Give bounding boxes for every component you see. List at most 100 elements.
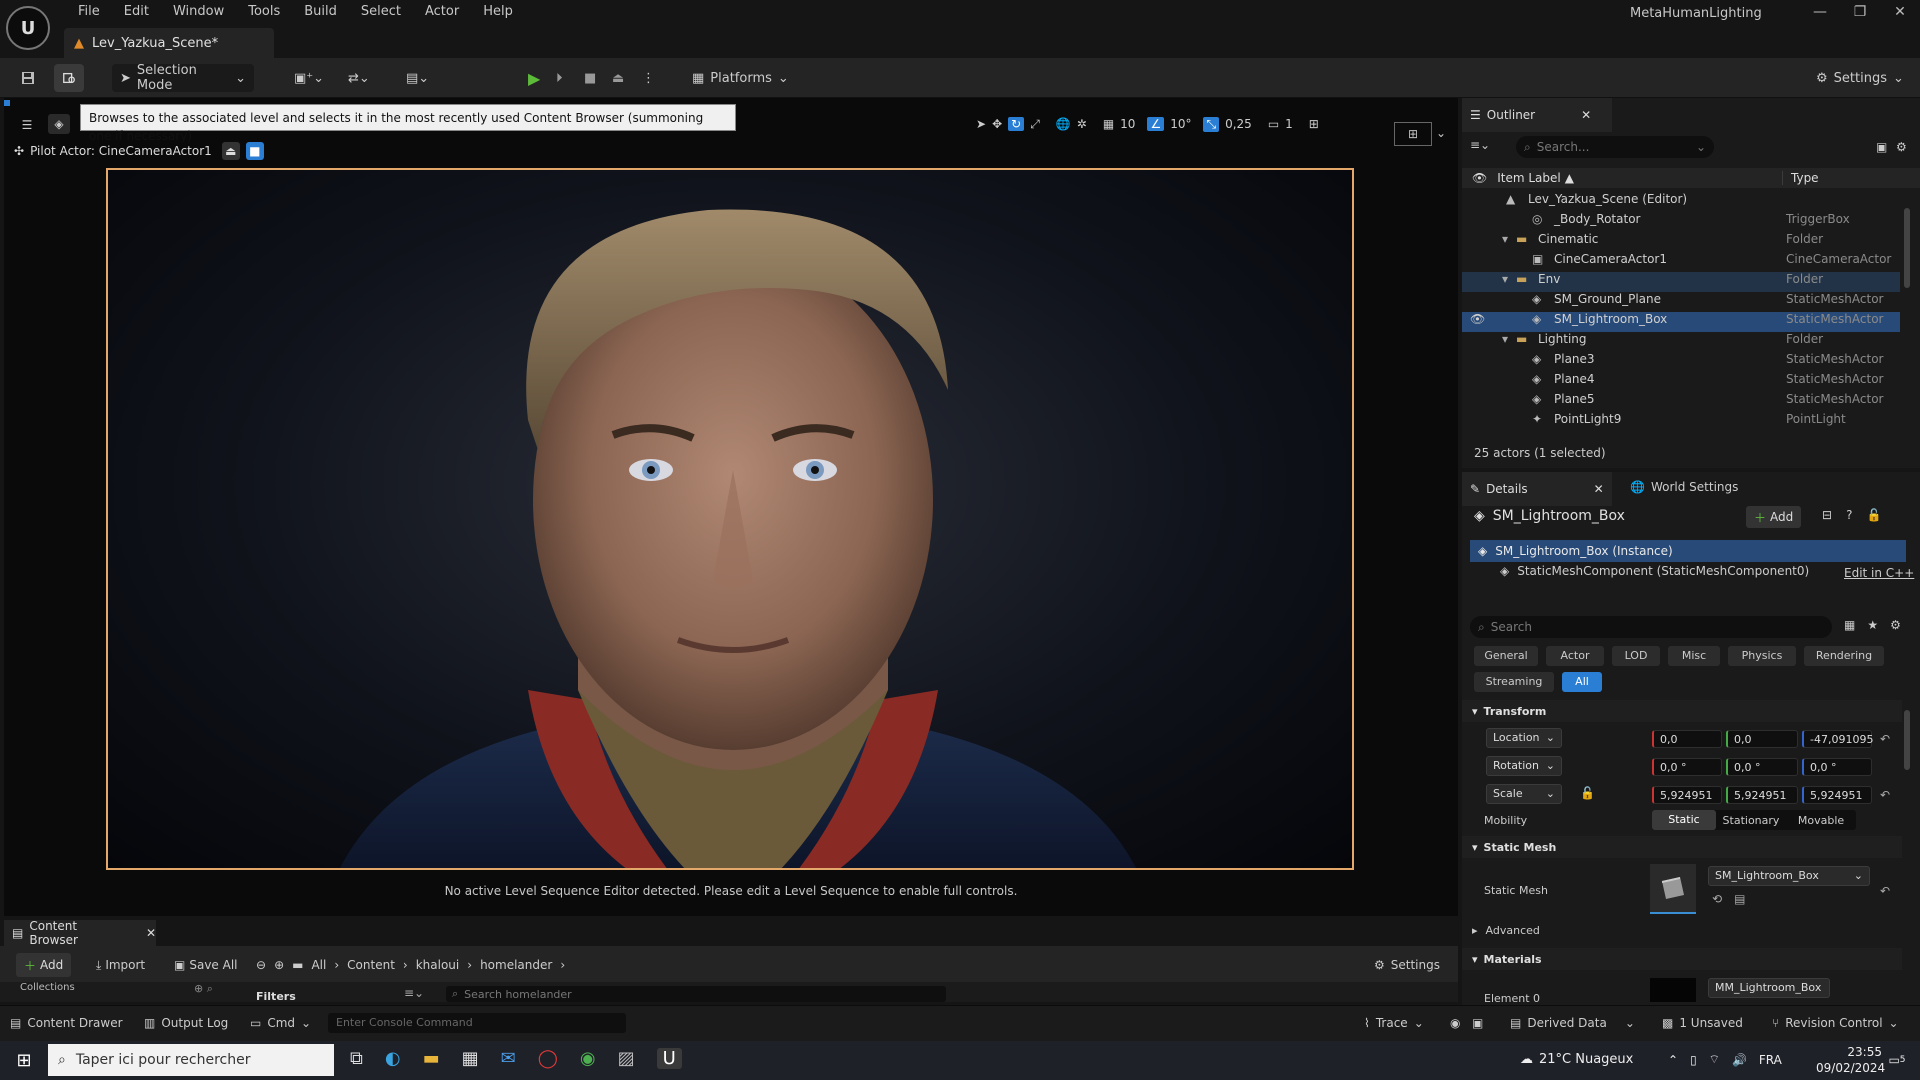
- filter-actor[interactable]: Actor: [1546, 646, 1604, 666]
- save-all-button[interactable]: ▣ Save All: [174, 953, 238, 977]
- cmd-dropdown[interactable]: ▭ Cmd ⌄: [250, 1016, 311, 1030]
- unreal-logo-icon[interactable]: U: [6, 6, 50, 50]
- chrome-icon[interactable]: ◉: [580, 1048, 596, 1069]
- menu-file[interactable]: File: [66, 4, 112, 20]
- reset-mesh-icon[interactable]: ↶: [1880, 884, 1890, 898]
- filter-lod[interactable]: LOD: [1612, 646, 1660, 666]
- breadcrumb-all[interactable]: All: [311, 958, 326, 972]
- restore-icon[interactable]: ❐: [1840, 4, 1880, 20]
- screenshot-icon[interactable]: ▣: [1472, 1016, 1483, 1030]
- grid-snap-value[interactable]: 10: [1120, 117, 1135, 131]
- outliner-row[interactable]: ◈ SM_Ground_Plane StaticMeshActor: [1462, 292, 1900, 312]
- scale-snap-icon[interactable]: ⤡: [1203, 116, 1220, 132]
- task-view-icon[interactable]: ⧉: [350, 1048, 363, 1069]
- filter-general[interactable]: General: [1474, 646, 1538, 666]
- perspective-icon[interactable]: ◈: [48, 114, 70, 134]
- back-icon[interactable]: ⊖: [256, 958, 266, 972]
- rotation-dropdown[interactable]: Rotation ⌄: [1486, 756, 1562, 776]
- advanced-section[interactable]: ▸ Advanced: [1472, 924, 1540, 937]
- selection-mode-dropdown[interactable]: ➤ Selection Mode ⌄: [112, 63, 254, 93]
- collections-add-icon[interactable]: ⊕ ⌕: [194, 982, 213, 996]
- details-search-input[interactable]: ⌕ Search: [1470, 616, 1832, 638]
- wifi-icon[interactable]: ⌔: [1709, 1052, 1720, 1067]
- visibility-icon[interactable]: 👁: [1470, 312, 1485, 326]
- star-icon[interactable]: ★: [1867, 618, 1878, 632]
- camera-speed-icon[interactable]: ▭: [1268, 117, 1279, 131]
- forward-icon[interactable]: ⊕: [274, 958, 284, 972]
- rotation-x[interactable]: 0,0 °: [1652, 758, 1722, 776]
- chevron-down-icon[interactable]: ▾: [1502, 232, 1508, 246]
- cinematics-icon[interactable]: ▤⌄: [398, 64, 437, 92]
- gear-icon[interactable]: ⚙: [1896, 140, 1907, 154]
- output-log-button[interactable]: ▥ Output Log: [144, 1016, 228, 1030]
- more-options-icon[interactable]: ⋮: [634, 64, 663, 92]
- rotation-z[interactable]: 0,0 °: [1802, 758, 1872, 776]
- filter-rendering[interactable]: Rendering: [1804, 646, 1884, 666]
- help-icon[interactable]: ?: [1846, 508, 1852, 522]
- breadcrumb-khaloui[interactable]: khaloui: [416, 958, 460, 972]
- outliner-row[interactable]: ▾ ▬ Env Folder: [1462, 272, 1900, 292]
- outliner-row[interactable]: ◈ Plane5 StaticMeshActor: [1462, 392, 1900, 412]
- revision-control-dropdown[interactable]: ⑂ Revision Control ⌄: [1772, 1016, 1899, 1030]
- content-search-input[interactable]: ⌕ Search homelander: [446, 986, 946, 1002]
- location-dropdown[interactable]: Location ⌄: [1486, 728, 1562, 748]
- details-scrollbar[interactable]: [1904, 710, 1910, 770]
- chevron-down-icon[interactable]: ▾: [1502, 332, 1508, 346]
- trace-dropdown[interactable]: ⌇ Trace ⌄: [1364, 1016, 1424, 1030]
- edit-cpp-link[interactable]: Edit in C++: [1844, 566, 1914, 580]
- world-local-icon[interactable]: 🌐: [1056, 117, 1071, 131]
- lock-icon[interactable]: 🔓: [1866, 508, 1881, 522]
- static-mesh-dropdown[interactable]: SM_Lightroom_Box ⌄: [1708, 866, 1870, 886]
- menu-actor[interactable]: Actor: [413, 4, 471, 20]
- mesh-thumbnail[interactable]: [1650, 864, 1696, 914]
- record-icon[interactable]: ◉: [1450, 1016, 1460, 1030]
- outliner-row[interactable]: ▣ CineCameraActor1 CineCameraActor: [1462, 252, 1900, 272]
- mobility-stationary[interactable]: Stationary: [1716, 814, 1786, 827]
- angle-snap-value[interactable]: 10°: [1170, 117, 1191, 131]
- grid-snap-icon[interactable]: ▦: [1103, 117, 1114, 131]
- rotate-tool-icon[interactable]: ↻: [1008, 117, 1025, 131]
- menu-help[interactable]: Help: [471, 4, 525, 20]
- minimize-icon[interactable]: —: [1800, 4, 1840, 20]
- translate-tool-icon[interactable]: ✥: [992, 117, 1002, 131]
- windows-start-icon[interactable]: ⊞: [10, 1048, 38, 1072]
- details-tab[interactable]: ✎ Details ✕: [1462, 472, 1612, 506]
- viewport-menu-icon[interactable]: ☰: [16, 116, 38, 134]
- actor-name[interactable]: SM_Lightroom_Box: [1493, 508, 1625, 524]
- filter-all[interactable]: All: [1562, 672, 1602, 692]
- location-z[interactable]: -47,091095: [1802, 730, 1873, 748]
- unsaved-button[interactable]: ▩ 1 Unsaved: [1662, 1016, 1743, 1030]
- weather-widget[interactable]: ☁ 21°C Nuageux: [1520, 1052, 1633, 1067]
- grid-view-icon[interactable]: ▦: [1844, 618, 1855, 632]
- outliner-row[interactable]: ▲ Lev_Yazkua_Scene (Editor): [1462, 192, 1900, 212]
- menu-tools[interactable]: Tools: [236, 4, 292, 20]
- material-dropdown[interactable]: MM_Lightroom_Box ⌄: [1708, 978, 1830, 1012]
- play-icon[interactable]: ▶: [520, 64, 548, 92]
- rotation-y[interactable]: 0,0 °: [1726, 758, 1798, 776]
- store-icon[interactable]: ▦: [462, 1048, 479, 1069]
- eject-icon[interactable]: ⏏: [604, 64, 632, 92]
- item-label-column[interactable]: Item Label: [1497, 171, 1561, 185]
- camera-speed-value[interactable]: 1: [1285, 117, 1293, 131]
- outliner-row[interactable]: ◈ Plane3 StaticMeshActor: [1462, 352, 1900, 372]
- blueprint-icon[interactable]: ⇄⌄: [340, 64, 378, 92]
- chevron-down-icon[interactable]: ▾: [1502, 272, 1508, 286]
- mobility-static[interactable]: Static: [1652, 810, 1716, 830]
- advance-frame-icon[interactable]: ⏵: [548, 64, 571, 92]
- reset-location-icon[interactable]: ↶: [1880, 732, 1890, 746]
- scale-lock-icon[interactable]: 🔓: [1580, 786, 1595, 800]
- blueprint-icon[interactable]: ⊟: [1822, 508, 1832, 522]
- select-tool-icon[interactable]: ➤: [976, 117, 986, 131]
- derived-data-dropdown[interactable]: ▤ Derived Data ⌄: [1510, 1016, 1635, 1030]
- camera-lock-icon[interactable]: ■: [245, 142, 264, 160]
- static-mesh-section-header[interactable]: ▾ Static Mesh: [1462, 836, 1902, 858]
- scale-tool-icon[interactable]: ⤢: [1030, 117, 1040, 132]
- opera-icon[interactable]: ◯: [538, 1048, 558, 1069]
- chevron-up-icon[interactable]: ⌃: [1668, 1053, 1678, 1067]
- materials-section-header[interactable]: ▾ Materials: [1462, 948, 1902, 970]
- import-button[interactable]: ⤓ Import: [96, 953, 145, 977]
- platforms-dropdown[interactable]: ▦ Platforms ⌄: [684, 64, 797, 92]
- filter-streaming[interactable]: Streaming: [1474, 672, 1554, 692]
- language-label[interactable]: FRA: [1759, 1053, 1782, 1067]
- browse-level-icon[interactable]: [54, 64, 84, 92]
